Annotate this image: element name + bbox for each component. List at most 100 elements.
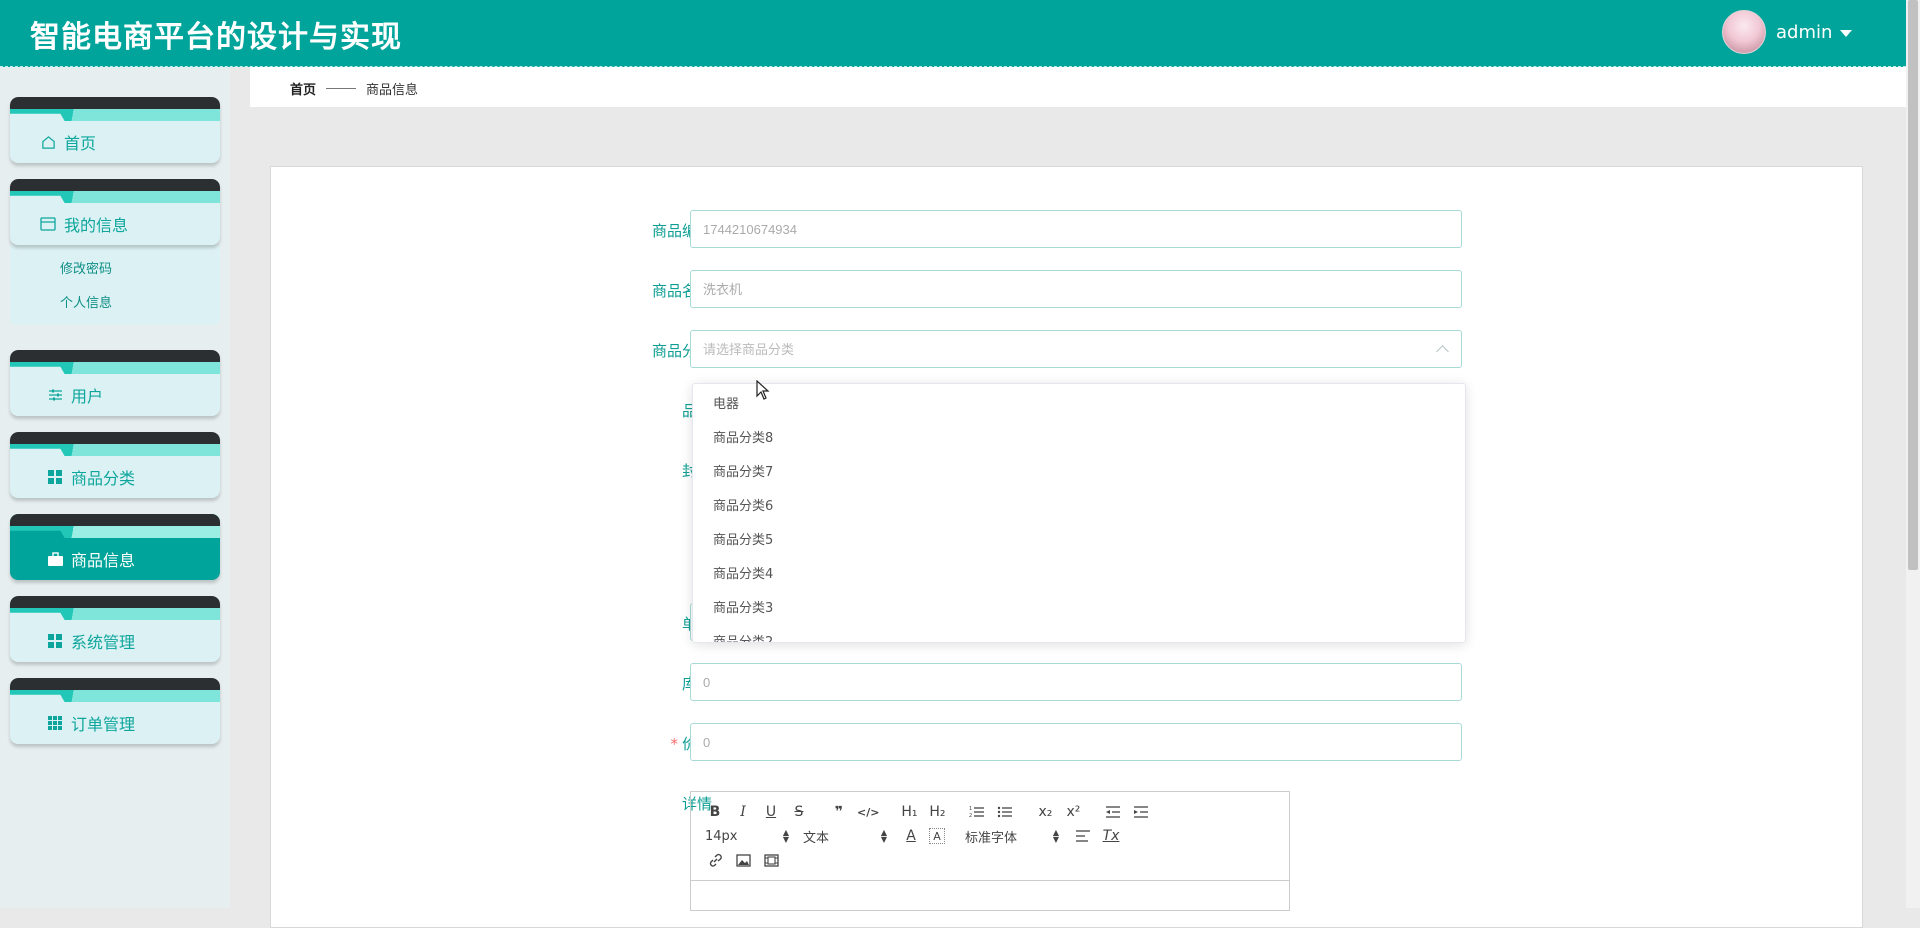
form-row-code: 商品编号 1744210674934 <box>271 210 1862 252</box>
clean-format-button[interactable]: Tx <box>1101 826 1121 846</box>
name-field[interactable]: 洗衣机 <box>690 270 1462 308</box>
sidebar-item-label: 订单管理 <box>71 715 136 734</box>
image-icon[interactable] <box>733 850 753 870</box>
underline-button[interactable]: U <box>761 802 781 822</box>
outdent-icon[interactable] <box>1103 802 1123 822</box>
table-icon <box>47 715 63 731</box>
align-left-icon[interactable] <box>1073 826 1093 846</box>
ordered-list-icon[interactable]: 12 <box>967 802 987 822</box>
home-icon <box>40 134 56 150</box>
bullet-list-icon[interactable] <box>995 802 1015 822</box>
sidebar-item-system[interactable]: 系统管理 <box>10 596 220 662</box>
font-size-select[interactable]: 14px ▲ ▼ <box>705 829 789 844</box>
sidebar-item-label: 首页 <box>64 134 97 153</box>
breadcrumb-bar: 首页 商品信息 <box>250 67 1906 107</box>
editor-toolbar-row-2: 14px ▲ ▼ 文本 ▲ ▼ A A 标准字体 ▲ ▼ Tx <box>691 824 1289 848</box>
sidebar-item-label: 用户 <box>71 387 104 406</box>
sidebar-item-label: 商品信息 <box>71 551 136 570</box>
italic-button[interactable]: I <box>733 802 753 822</box>
editor-toolbar-row-1: B I U S ❞ </> H₁ H₂ 12 x₂ x² <box>691 800 1289 824</box>
subscript-button[interactable]: x₂ <box>1035 802 1055 822</box>
svg-text:2: 2 <box>969 813 972 819</box>
grid-icon <box>47 469 63 485</box>
dropdown-option[interactable]: 商品分类7 <box>693 456 1465 490</box>
strike-button[interactable]: S <box>789 802 809 822</box>
dropdown-option[interactable]: 商品分类3 <box>693 592 1465 626</box>
indent-icon[interactable] <box>1131 802 1151 822</box>
sidebar-item-product[interactable]: 商品信息 <box>10 514 220 580</box>
font-family-select[interactable]: 标准字体 ▲ ▼ <box>965 827 1059 846</box>
breadcrumb-home[interactable]: 首页 <box>290 79 316 98</box>
price-field[interactable]: 0 <box>690 723 1462 761</box>
app-title: 智能电商平台的设计与实现 <box>30 20 402 55</box>
dropdown-option[interactable]: 商品分类2 <box>693 626 1465 642</box>
caret-down-icon[interactable] <box>1840 29 1853 37</box>
dropdown-option[interactable]: 商品分类6 <box>693 490 1465 524</box>
h2-button[interactable]: H₂ <box>927 802 947 822</box>
sidebar-item-orders[interactable]: 订单管理 <box>10 678 220 744</box>
sidebar-item-label: 我的信息 <box>64 216 129 235</box>
rich-text-editor[interactable]: B I U S ❞ </> H₁ H₂ 12 x₂ x² 14px ▲ ▼ 文本… <box>690 791 1290 911</box>
sidebar-group-product: 商品信息 <box>10 514 220 580</box>
user-menu[interactable]: admin <box>1722 10 1853 54</box>
code-button[interactable]: </> <box>857 802 879 822</box>
form-row-price: *价格 0 <box>271 723 1862 765</box>
sidebar-group-system: 系统管理 <box>10 596 220 662</box>
grid-icon <box>47 633 63 649</box>
code-field[interactable]: 1744210674934 <box>690 210 1462 248</box>
sidebar-item-label: 系统管理 <box>71 633 136 652</box>
category-dropdown: 电器 商品分类8 商品分类7 商品分类6 商品分类5 商品分类4 商品分类3 商… <box>692 383 1466 643</box>
stock-field[interactable]: 0 <box>690 663 1462 701</box>
dropdown-option[interactable]: 电器 <box>693 388 1465 422</box>
font-color-button[interactable]: A <box>901 826 921 846</box>
font-size-value: 14px <box>705 828 738 844</box>
sidebar-item-home[interactable]: 首页 <box>10 97 220 163</box>
page-scrollbar[interactable] <box>1906 0 1920 908</box>
link-icon[interactable] <box>705 850 725 870</box>
sidebar-group-myinfo: 我的信息 修改密码 个人信息 <box>10 179 220 325</box>
bold-button[interactable]: B <box>705 802 725 822</box>
form-row-stock: 库存 0 <box>271 663 1862 705</box>
breadcrumb-separator <box>326 88 357 89</box>
updown-icon: ▲ ▼ <box>782 828 789 844</box>
chevron-up-icon <box>1436 345 1449 358</box>
sidebar-group-home: 首页 <box>10 97 220 163</box>
breadcrumb: 首页 商品信息 <box>290 79 418 98</box>
submenu-myinfo: 修改密码 个人信息 <box>10 245 220 325</box>
quote-button[interactable]: ❞ <box>829 802 849 822</box>
svg-text:1: 1 <box>969 806 972 812</box>
form-row-detail: 详情 B I U S ❞ </> H₁ H₂ 12 x₂ x² 14px ▲ ▼… <box>271 783 1862 913</box>
form-row-name: 商品名称 洗衣机 <box>271 270 1862 312</box>
username[interactable]: admin <box>1776 22 1832 43</box>
sidebar-item-users[interactable]: 用户 <box>10 350 220 416</box>
editor-content-divider <box>691 880 1289 881</box>
category-select[interactable]: 请选择商品分类 <box>690 330 1462 368</box>
superscript-button[interactable]: x² <box>1063 802 1083 822</box>
video-icon[interactable] <box>761 850 781 870</box>
dropdown-option[interactable]: 商品分类4 <box>693 558 1465 592</box>
sidebar-item-label: 商品分类 <box>71 469 136 488</box>
category-placeholder: 请选择商品分类 <box>703 342 795 357</box>
header-select[interactable]: 文本 ▲ ▼ <box>803 827 887 846</box>
dropdown-option[interactable]: 商品分类5 <box>693 524 1465 558</box>
submenu-item-personal-info[interactable]: 个人信息 <box>10 287 220 321</box>
briefcase-icon <box>47 551 63 567</box>
updown-icon: ▲ ▼ <box>1052 828 1059 844</box>
sidebar-item-category[interactable]: 商品分类 <box>10 432 220 498</box>
background-color-button[interactable]: A <box>929 828 945 844</box>
editor-toolbar-row-3 <box>691 848 1289 872</box>
sliders-icon <box>47 387 63 403</box>
avatar[interactable] <box>1722 10 1766 54</box>
sidebar: 首页 我的信息 修改密码 个人信息 用户 商品分类 商品信息 系统管理 订单管理 <box>0 67 230 908</box>
sidebar-group-orders: 订单管理 <box>10 678 220 744</box>
sidebar-group-category: 商品分类 <box>10 432 220 498</box>
dropdown-option[interactable]: 商品分类8 <box>693 422 1465 456</box>
font-family-value: 标准字体 <box>965 830 1018 846</box>
scroll-thumb[interactable] <box>1908 0 1918 570</box>
header-select-value: 文本 <box>803 830 830 846</box>
sidebar-group-users: 用户 <box>10 350 220 416</box>
h1-button[interactable]: H₁ <box>899 802 919 822</box>
submenu-item-change-password[interactable]: 修改密码 <box>10 253 220 287</box>
sidebar-item-myinfo[interactable]: 我的信息 <box>10 179 220 245</box>
required-mark: * <box>670 735 678 753</box>
